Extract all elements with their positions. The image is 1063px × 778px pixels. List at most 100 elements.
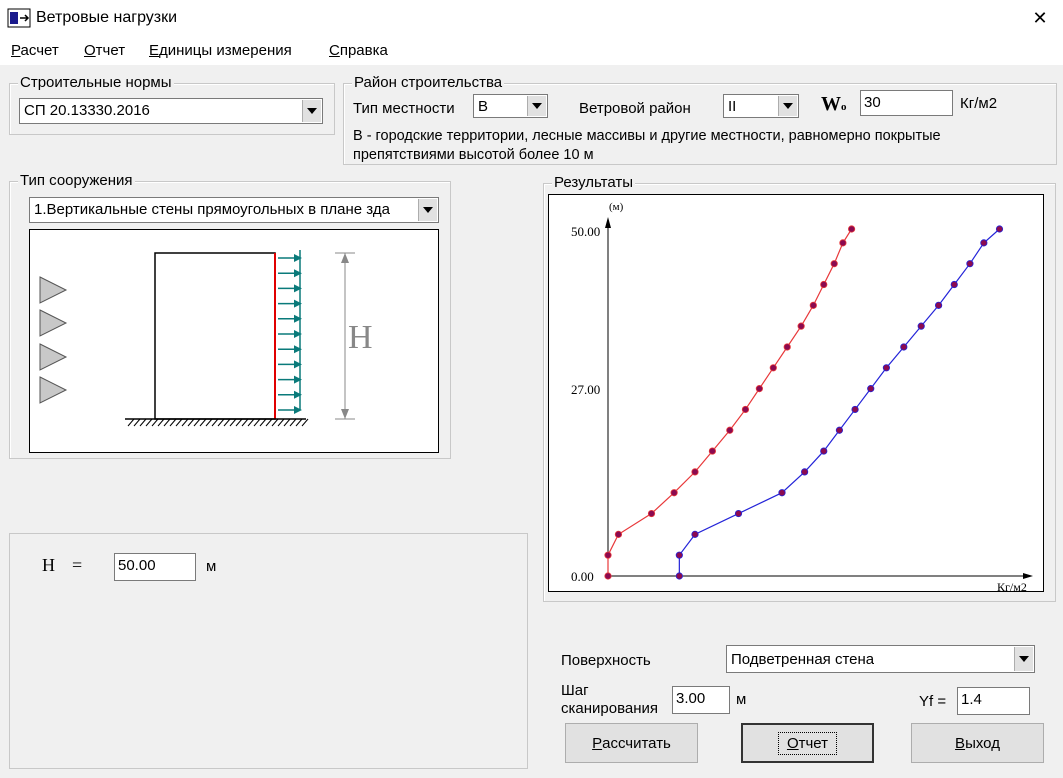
report-button[interactable]: Отчет: [741, 723, 874, 763]
y-axis-unit: (м): [609, 201, 624, 213]
chevron-down-icon: [423, 207, 433, 213]
data-point: [867, 385, 875, 393]
norms-group: Строительные нормы СП 20.13330.2016: [9, 74, 335, 135]
menu-units[interactable]: Единицы измерения: [149, 42, 292, 59]
data-point: [708, 447, 716, 455]
menu-report[interactable]: Отчет: [84, 42, 125, 59]
close-button[interactable]: ✕: [1017, 0, 1063, 37]
chevron-down-icon: [783, 103, 793, 109]
data-point: [950, 280, 958, 289]
data-point: [604, 572, 612, 580]
data-point: [741, 405, 750, 414]
exit-button[interactable]: Выход: [911, 723, 1044, 763]
data-point: [769, 364, 777, 372]
yf-input[interactable]: 1.4: [957, 687, 1030, 715]
terrain-select[interactable]: B: [473, 94, 548, 118]
terrain-dropdown-button[interactable]: [527, 96, 546, 116]
norms-dropdown-button[interactable]: [302, 100, 321, 122]
data-point: [917, 322, 925, 330]
y-axis-arrow-icon: [605, 217, 611, 228]
y-tick-label: 50.00: [571, 224, 600, 239]
norms-select[interactable]: СП 20.13330.2016: [19, 98, 323, 124]
data-point: [614, 530, 623, 538]
x-axis-unit: Кг/м2: [997, 580, 1027, 591]
title-bar: Ветровые нагрузки ✕: [0, 0, 1063, 37]
data-point: [755, 385, 763, 393]
data-point: [801, 468, 809, 476]
data-point: [820, 280, 828, 289]
w0-input[interactable]: 30: [860, 90, 953, 116]
data-point: [691, 468, 699, 476]
data-point: [851, 405, 859, 414]
data-point: [670, 489, 678, 497]
structure-select[interactable]: 1.Вертикальные стены прямоугольных в пла…: [29, 197, 439, 223]
data-point: [797, 322, 805, 330]
load-arrow-icon: [294, 390, 302, 399]
data-point: [675, 551, 683, 559]
structure-diagram: H: [29, 229, 439, 453]
structure-dropdown-button[interactable]: [418, 199, 437, 221]
height-dimension-label: H: [348, 319, 373, 356]
wind-arrow-icon: [39, 309, 68, 337]
load-arrows: [278, 254, 302, 414]
menu-calc[interactable]: Расчет: [11, 42, 59, 59]
w0-unit: Кг/м2: [960, 95, 998, 112]
load-arrow-icon: [294, 406, 302, 414]
yf-label: Yf =: [919, 693, 947, 710]
chevron-down-icon: [307, 108, 317, 114]
surface-select[interactable]: Подветренная стена: [726, 645, 1035, 673]
ground-hatch: [127, 418, 309, 427]
terrain-description-1: B - городские территории, лесные массивы…: [353, 128, 941, 144]
height-unit: м: [206, 558, 217, 575]
chevron-down-icon: [532, 103, 542, 109]
structure-legend: Тип сооружения: [18, 172, 135, 189]
series-line: [678, 228, 1000, 576]
scan-step-input[interactable]: 3.00: [672, 686, 730, 714]
height-panel: H = 50.00 м: [9, 533, 528, 769]
data-point: [980, 239, 988, 247]
data-point: [839, 239, 847, 247]
data-point: [809, 301, 817, 309]
data-point: [604, 551, 612, 559]
wind-district-select[interactable]: II: [723, 94, 799, 118]
district-group: Район строительства Тип местности B Ветр…: [343, 74, 1057, 165]
w0-label: Wo: [821, 93, 847, 115]
surface-value: Подветренная стена: [731, 651, 875, 668]
data-point: [934, 301, 943, 309]
series-layer: [604, 225, 1004, 580]
data-point: [726, 426, 734, 434]
height-input[interactable]: 50.00: [114, 553, 196, 581]
wind-district-dropdown-button[interactable]: [778, 96, 797, 116]
results-chart: (м) Кг/м2 50.00 27.00 0.00: [548, 194, 1044, 592]
y-tick-label: 27.00: [571, 382, 600, 397]
data-point: [835, 426, 844, 434]
menu-help[interactable]: Справка: [329, 42, 388, 59]
data-point: [882, 364, 890, 372]
data-point: [966, 260, 974, 268]
load-arrow-icon: [294, 269, 302, 278]
calculate-button[interactable]: Рассчитать: [565, 723, 698, 763]
data-point: [847, 225, 856, 233]
norms-legend: Строительные нормы: [18, 74, 174, 91]
results-group: Результаты (м) Кг/м2 50.00 27.00 0.00: [543, 174, 1056, 602]
terrain-value: B: [478, 98, 489, 115]
close-icon: ✕: [1032, 8, 1048, 28]
load-arrow-icon: [294, 330, 302, 338]
load-arrow-icon: [294, 254, 302, 262]
building-outline: [154, 252, 276, 420]
data-point: [830, 260, 838, 268]
app-icon: [7, 8, 31, 28]
structure-group: Тип сооружения 1.Вертикальные стены прям…: [9, 172, 451, 459]
scan-label-2: сканирования: [561, 700, 659, 717]
data-point: [900, 343, 908, 351]
wind-district-value: II: [728, 98, 737, 115]
menu-bar: Расчет Отчет Единицы измерения Справка: [0, 37, 1063, 65]
series-line: [607, 228, 853, 576]
surface-dropdown-button[interactable]: [1014, 647, 1033, 671]
wind-arrow-icon: [39, 276, 68, 304]
load-arrow-icon: [294, 284, 302, 293]
data-point: [778, 489, 786, 497]
y-tick-label: 0.00: [571, 569, 594, 584]
data-point: [675, 572, 683, 580]
load-arrow-icon: [294, 375, 302, 384]
